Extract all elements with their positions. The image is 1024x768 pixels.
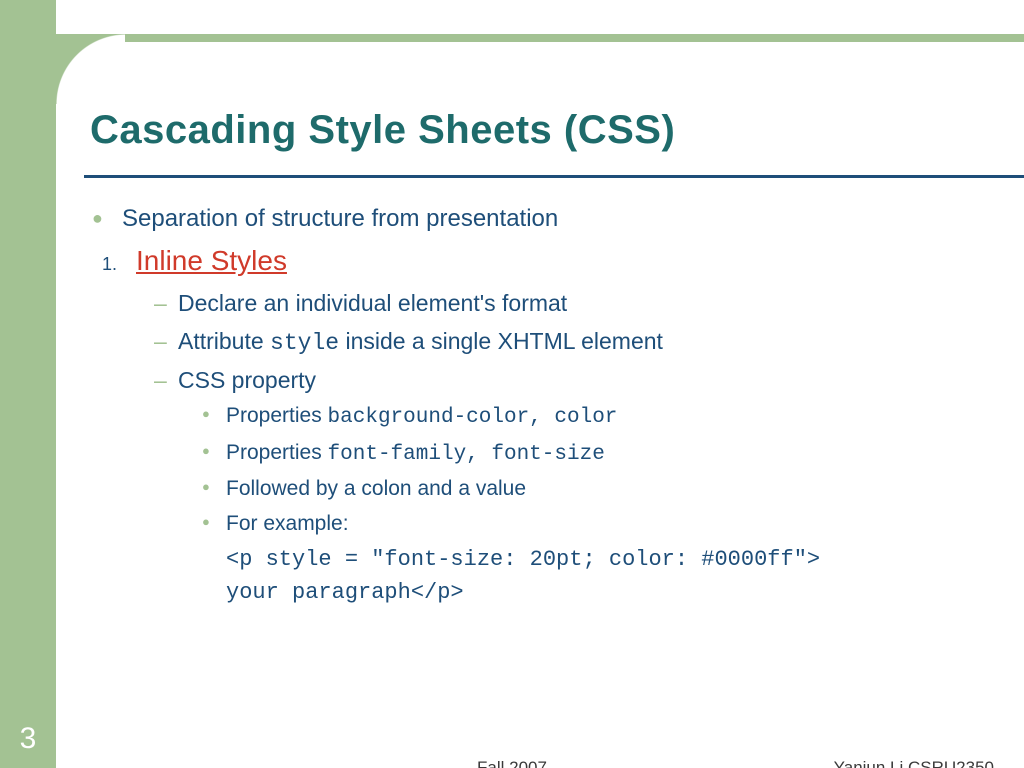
slide-content: Cascading Style Sheets (CSS) Separation … (84, 0, 1004, 768)
text-fragment: Attribute (178, 328, 270, 354)
text-fragment: CSS property (178, 367, 316, 393)
text-fragment: Properties (226, 441, 328, 464)
sub-bullet: Attribute style inside a single XHTML el… (178, 325, 1004, 360)
inline-styles-link[interactable]: Inline Styles (136, 245, 287, 276)
code-inline: style (270, 330, 339, 356)
slide-number: 3 (0, 722, 56, 756)
code-line: your paragraph</p> (226, 576, 1004, 609)
sub-sub-bullet: Properties font-family, font-size (226, 438, 1004, 470)
slide-title: Cascading Style Sheets (CSS) (90, 108, 1004, 153)
left-sidebar-decoration (0, 0, 56, 768)
title-divider (84, 175, 1024, 178)
code-line: <p style = "font-size: 20pt; color: #000… (226, 543, 1004, 576)
text-fragment: inside a single XHTML element (339, 328, 663, 354)
footer-right: Yanjun Li CSRU2350 (834, 758, 994, 768)
code-inline: background-color, color (328, 406, 618, 429)
sub-bullet: Declare an individual element's format (178, 287, 1004, 320)
bullet-item: Separation of structure from presentatio… (122, 202, 1004, 237)
code-inline: font-family, font-size (328, 443, 605, 466)
text-fragment: Properties (226, 404, 328, 427)
sub-sub-bullet: Followed by a colon and a value (226, 474, 1004, 504)
code-example: <p style = "font-size: 20pt; color: #000… (178, 543, 1004, 609)
body-content: Separation of structure from presentatio… (84, 202, 1004, 609)
sub-sub-bullet: Properties background-color, color (226, 401, 1004, 433)
sub-bullet: CSS property Properties background-color… (178, 364, 1004, 609)
sub-sub-bullet: For example: (226, 509, 1004, 539)
numbered-item: Inline Styles Declare an individual elem… (122, 241, 1004, 609)
